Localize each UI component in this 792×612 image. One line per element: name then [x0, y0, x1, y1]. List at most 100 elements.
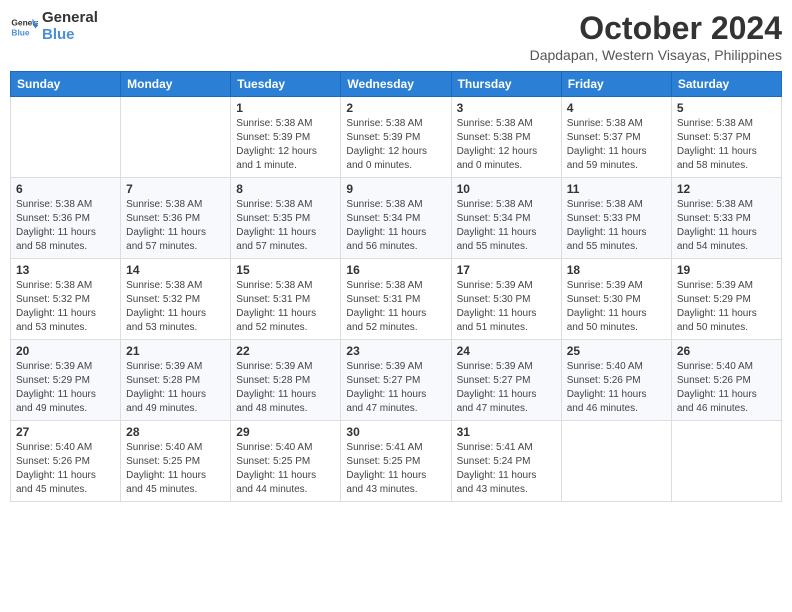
calendar-cell: 27 Sunrise: 5:40 AM Sunset: 5:26 PM Dayli… [11, 421, 121, 502]
day-info: Sunrise: 5:38 AM Sunset: 5:32 PM Dayligh… [16, 279, 115, 335]
calendar-cell: 3Sunrise: 5:38 AM Sunset: 5:38 PM Daylig… [451, 97, 561, 178]
day-info: Sunrise: 5:38 AM Sunset: 5:33 PM Dayligh… [677, 198, 776, 254]
location-subtitle: Dapdapan, Western Visayas, Philippines [530, 47, 782, 63]
calendar-cell [671, 421, 781, 502]
month-title: October 2024 [530, 10, 782, 47]
calendar-cell: 19Sunrise: 5:39 AM Sunset: 5:29 PM Dayli… [671, 259, 781, 340]
calendar-cell: 28Sunrise: 5:40 AM Sunset: 5:25 PM Dayli… [121, 421, 231, 502]
calendar-cell [121, 97, 231, 178]
day-number: 28 [126, 425, 225, 439]
logo-icon: General Blue [10, 13, 38, 41]
logo: General Blue General Blue [10, 10, 98, 43]
day-info: Sunrise: 5:38 AM Sunset: 5:39 PM Dayligh… [346, 117, 445, 173]
day-header-sunday: Sunday [11, 72, 121, 97]
calendar-cell: 13 Sunrise: 5:38 AM Sunset: 5:32 PM Dayli… [11, 259, 121, 340]
day-info: Sunrise: 5:38 AM Sunset: 5:36 PM Dayligh… [16, 198, 115, 254]
calendar-cell: 12 Sunrise: 5:38 AM Sunset: 5:33 PM Dayli… [671, 178, 781, 259]
day-info: Sunrise: 5:38 AM Sunset: 5:31 PM Dayligh… [346, 279, 445, 335]
day-number: 11 [567, 182, 666, 196]
day-number: 30 [346, 425, 445, 439]
day-number: 10 [457, 182, 556, 196]
day-number: 29 [236, 425, 335, 439]
day-info: Sunrise: 5:38 AM Sunset: 5:35 PM Dayligh… [236, 198, 335, 254]
logo-line1: General [42, 10, 98, 27]
day-info: Sunrise: 5:38 AM Sunset: 5:37 PM Dayligh… [677, 117, 776, 173]
day-number: 24 [457, 344, 556, 358]
calendar-cell [11, 97, 121, 178]
calendar-week-row: 27 Sunrise: 5:40 AM Sunset: 5:26 PM Dayli… [11, 421, 782, 502]
day-number: 9 [346, 182, 445, 196]
calendar-cell: 6 Sunrise: 5:38 AM Sunset: 5:36 PM Daylig… [11, 178, 121, 259]
day-header-monday: Monday [121, 72, 231, 97]
calendar-cell: 8 Sunrise: 5:38 AM Sunset: 5:35 PM Daylig… [231, 178, 341, 259]
calendar-cell: 25 Sunrise: 5:40 AM Sunset: 5:26 PM Dayli… [561, 340, 671, 421]
day-info: Sunrise: 5:40 AM Sunset: 5:26 PM Dayligh… [567, 360, 666, 416]
calendar-cell: 18 Sunrise: 5:39 AM Sunset: 5:30 PM Dayli… [561, 259, 671, 340]
day-number: 5 [677, 101, 776, 115]
calendar-cell: 10 Sunrise: 5:38 AM Sunset: 5:34 PM Dayli… [451, 178, 561, 259]
day-header-saturday: Saturday [671, 72, 781, 97]
day-info: Sunrise: 5:39 AM Sunset: 5:30 PM Dayligh… [567, 279, 666, 335]
day-info: Sunrise: 5:39 AM Sunset: 5:28 PM Dayligh… [126, 360, 225, 416]
day-number: 14 [126, 263, 225, 277]
day-info: Sunrise: 5:38 AM Sunset: 5:31 PM Dayligh… [236, 279, 335, 335]
calendar-cell: 16 Sunrise: 5:38 AM Sunset: 5:31 PM Dayli… [341, 259, 451, 340]
day-header-friday: Friday [561, 72, 671, 97]
day-info: Sunrise: 5:41 AM Sunset: 5:24 PM Dayligh… [457, 441, 556, 497]
day-info: Sunrise: 5:40 AM Sunset: 5:26 PM Dayligh… [16, 441, 115, 497]
calendar-cell: 15 Sunrise: 5:38 AM Sunset: 5:31 PM Dayli… [231, 259, 341, 340]
day-number: 21 [126, 344, 225, 358]
calendar-cell: 9 Sunrise: 5:38 AM Sunset: 5:34 PM Daylig… [341, 178, 451, 259]
day-number: 13 [16, 263, 115, 277]
logo-line2: Blue [42, 27, 98, 44]
day-number: 1 [236, 101, 335, 115]
day-info: Sunrise: 5:39 AM Sunset: 5:30 PM Dayligh… [457, 279, 556, 335]
day-info: Sunrise: 5:41 AM Sunset: 5:25 PM Dayligh… [346, 441, 445, 497]
day-info: Sunrise: 5:38 AM Sunset: 5:36 PM Dayligh… [126, 198, 225, 254]
day-number: 22 [236, 344, 335, 358]
calendar-cell: 11 Sunrise: 5:38 AM Sunset: 5:33 PM Dayli… [561, 178, 671, 259]
calendar-cell: 5 Sunrise: 5:38 AM Sunset: 5:37 PM Daylig… [671, 97, 781, 178]
calendar-cell [561, 421, 671, 502]
calendar-cell: 31 Sunrise: 5:41 AM Sunset: 5:24 PM Dayli… [451, 421, 561, 502]
day-info: Sunrise: 5:38 AM Sunset: 5:33 PM Dayligh… [567, 198, 666, 254]
calendar-cell: 4Sunrise: 5:38 AM Sunset: 5:37 PM Daylig… [561, 97, 671, 178]
day-info: Sunrise: 5:38 AM Sunset: 5:37 PM Dayligh… [567, 117, 666, 173]
calendar-week-row: 20 Sunrise: 5:39 AM Sunset: 5:29 PM Dayli… [11, 340, 782, 421]
day-number: 6 [16, 182, 115, 196]
day-info: Sunrise: 5:38 AM Sunset: 5:34 PM Dayligh… [457, 198, 556, 254]
day-info: Sunrise: 5:38 AM Sunset: 5:32 PM Dayligh… [126, 279, 225, 335]
calendar-cell: 23Sunrise: 5:39 AM Sunset: 5:27 PM Dayli… [341, 340, 451, 421]
day-info: Sunrise: 5:40 AM Sunset: 5:26 PM Dayligh… [677, 360, 776, 416]
calendar-cell: 26 Sunrise: 5:40 AM Sunset: 5:26 PM Dayli… [671, 340, 781, 421]
day-number: 27 [16, 425, 115, 439]
day-header-thursday: Thursday [451, 72, 561, 97]
day-number: 7 [126, 182, 225, 196]
day-number: 15 [236, 263, 335, 277]
page-header: General Blue General Blue October 2024 D… [10, 10, 782, 63]
day-info: Sunrise: 5:39 AM Sunset: 5:29 PM Dayligh… [16, 360, 115, 416]
day-number: 31 [457, 425, 556, 439]
day-number: 2 [346, 101, 445, 115]
day-header-wednesday: Wednesday [341, 72, 451, 97]
day-number: 19 [677, 263, 776, 277]
day-number: 12 [677, 182, 776, 196]
day-number: 16 [346, 263, 445, 277]
day-info: Sunrise: 5:38 AM Sunset: 5:39 PM Dayligh… [236, 117, 335, 173]
calendar-cell: 14 Sunrise: 5:38 AM Sunset: 5:32 PM Dayli… [121, 259, 231, 340]
day-info: Sunrise: 5:39 AM Sunset: 5:27 PM Dayligh… [346, 360, 445, 416]
day-number: 17 [457, 263, 556, 277]
day-info: Sunrise: 5:39 AM Sunset: 5:27 PM Dayligh… [457, 360, 556, 416]
day-number: 25 [567, 344, 666, 358]
day-info: Sunrise: 5:40 AM Sunset: 5:25 PM Dayligh… [236, 441, 335, 497]
day-number: 20 [16, 344, 115, 358]
calendar-header-row: SundayMondayTuesdayWednesdayThursdayFrid… [11, 72, 782, 97]
day-number: 26 [677, 344, 776, 358]
svg-text:Blue: Blue [11, 27, 29, 37]
calendar-table: SundayMondayTuesdayWednesdayThursdayFrid… [10, 71, 782, 502]
calendar-cell: 22Sunrise: 5:39 AM Sunset: 5:28 PM Dayli… [231, 340, 341, 421]
day-number: 18 [567, 263, 666, 277]
day-info: Sunrise: 5:38 AM Sunset: 5:38 PM Dayligh… [457, 117, 556, 173]
day-number: 8 [236, 182, 335, 196]
day-info: Sunrise: 5:38 AM Sunset: 5:34 PM Dayligh… [346, 198, 445, 254]
